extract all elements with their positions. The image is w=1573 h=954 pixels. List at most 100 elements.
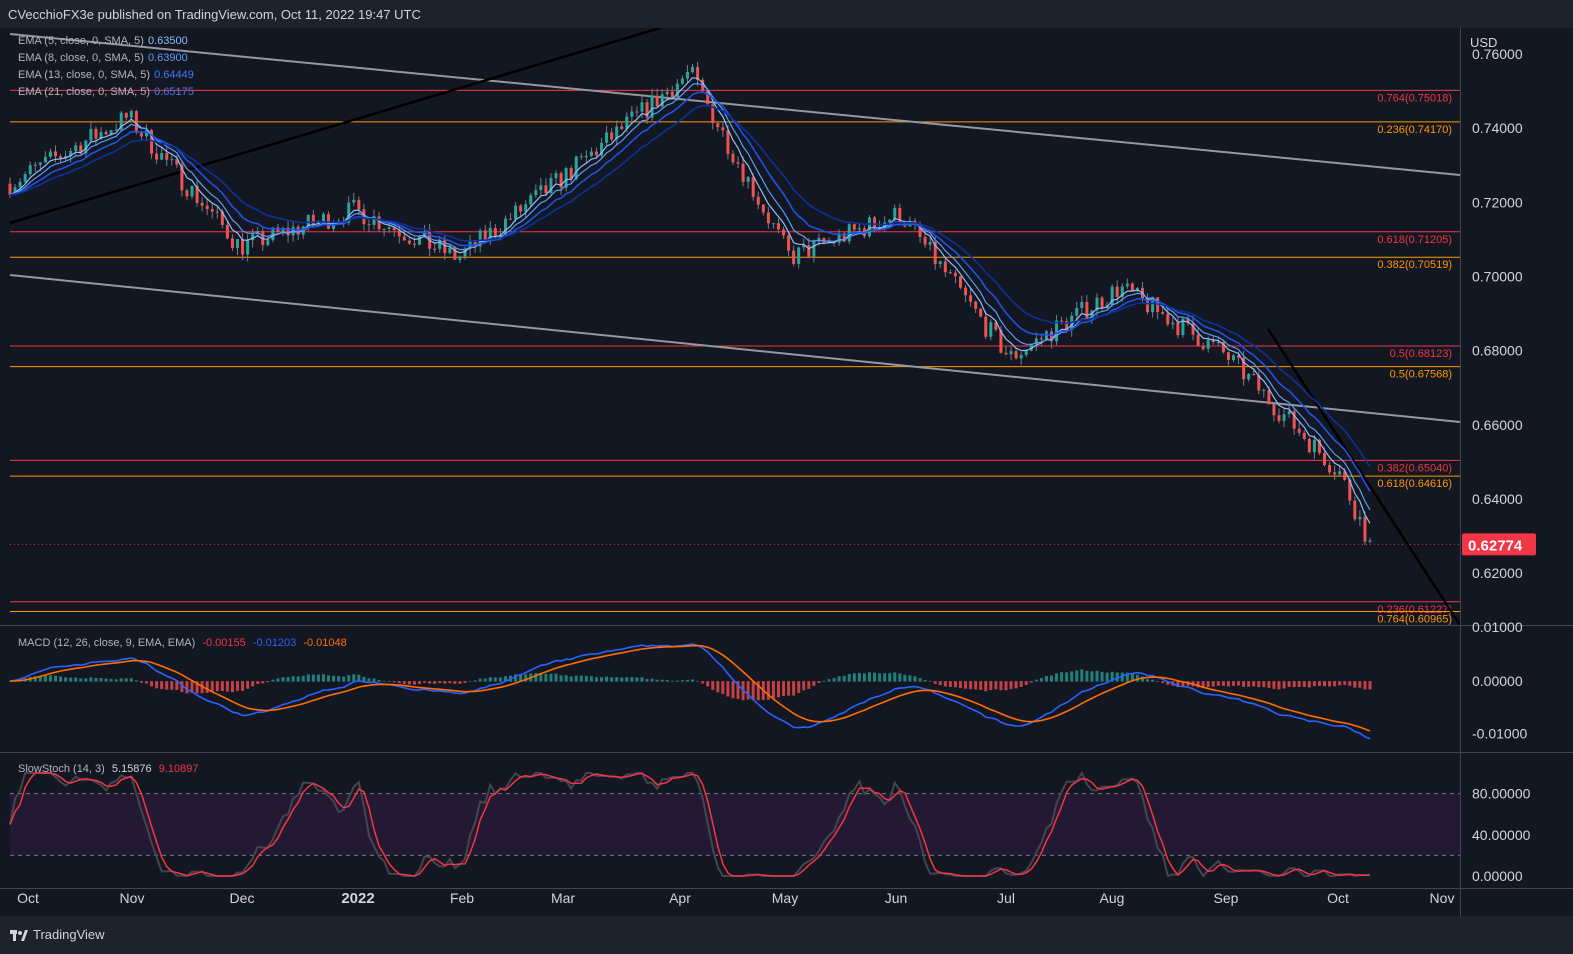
macd-histogram-bar [236, 681, 240, 691]
macd-histogram-bar [1024, 681, 1028, 685]
macd-histogram-bar [701, 681, 705, 684]
macd-histogram-bar [215, 681, 219, 692]
candle-body [1277, 415, 1281, 421]
candle-body [534, 190, 538, 196]
macd-histogram-bar [1070, 671, 1074, 682]
candle-body [74, 145, 78, 152]
macd-histogram-bar [321, 674, 325, 682]
macd-tick-label: 0.01000 [1472, 619, 1523, 635]
macd-histogram-bar [893, 672, 897, 682]
macd-histogram-bar [867, 672, 871, 682]
candle-body [8, 183, 12, 195]
macd-histogram-bar [377, 680, 381, 682]
candle-body [38, 162, 42, 165]
brand-label: TradingView [33, 927, 105, 942]
macd-histogram-bar [418, 681, 422, 684]
candle-body [630, 111, 634, 117]
macd-histogram-bar [615, 677, 619, 682]
candle-body [792, 250, 796, 264]
x-axis-label: Jun [885, 890, 908, 906]
macd-histogram-bar [883, 673, 887, 682]
macd-histogram-bar [1039, 677, 1043, 682]
candle-body [776, 223, 780, 230]
macd-histogram-bar [1358, 681, 1362, 688]
candle-body [185, 190, 189, 197]
macd-histogram-bar [938, 681, 942, 686]
candle-body [680, 78, 684, 84]
macd-histogram-bar [458, 681, 462, 684]
macd-histogram-bar [392, 681, 396, 683]
candle-body [43, 156, 47, 163]
ema-legend-21: EMA (21, close, 0, SMA, 5) 0.65175 [18, 86, 194, 98]
candle-body [787, 235, 791, 251]
ema-legend-value: 0.65175 [154, 86, 194, 98]
macd-histogram-bar [185, 681, 189, 694]
macd-histogram-bar [1065, 672, 1069, 682]
candle-body [584, 156, 588, 158]
macd-histogram-bar [205, 681, 209, 693]
macd-histogram-bar [933, 681, 937, 684]
candle-body [1226, 352, 1230, 360]
macd-histogram-bar [256, 681, 260, 684]
price-tick-label: 0.62000 [1472, 565, 1523, 581]
macd-histogram-bar [402, 681, 406, 684]
candle-body [605, 132, 609, 143]
macd-histogram-bar [645, 679, 649, 682]
candle-body [640, 102, 644, 112]
macd-histogram-bar [1307, 681, 1311, 688]
macd-histogram-bar [1322, 681, 1326, 687]
macd-histogram-bar [857, 672, 861, 682]
candle-body [1247, 373, 1251, 380]
macd-histogram-bar [327, 675, 331, 682]
ema-legend-8: EMA (8, close, 0, SMA, 5) 0.63900 [18, 52, 188, 64]
macd-histogram-bar [655, 679, 659, 682]
candle-body [1201, 346, 1205, 349]
macd-histogram-bar [1009, 681, 1013, 690]
macd-histogram-bar [1262, 681, 1266, 688]
macd-histogram-bar [170, 681, 174, 690]
macd-histogram-bar [999, 681, 1003, 691]
candle-body [544, 185, 548, 194]
candle-body [367, 224, 371, 226]
macd-histogram-bar [473, 680, 477, 682]
macd-histogram-bar [923, 679, 927, 682]
chart-canvas[interactable]: 0.764(0.75018) 0.236(0.74170) 0.618(0.7120… [0, 28, 1573, 916]
macd-histogram-bar [372, 678, 376, 682]
candle-body [594, 151, 598, 156]
macd-histogram-bar [979, 681, 983, 690]
ema-legend-value: 0.63900 [147, 52, 188, 64]
candle-body [519, 205, 523, 212]
candle-body [1060, 320, 1064, 322]
tradingview-brand[interactable]: TradingView [10, 927, 105, 942]
macd-histogram-bar [1211, 681, 1215, 687]
candle-body [1297, 428, 1301, 433]
candle-body [1014, 351, 1018, 359]
macd-histogram-bar [549, 673, 553, 682]
macd-histogram-bar [589, 676, 593, 682]
ema-legend-label: EMA (13, close, 0, SMA, 5) [18, 69, 151, 81]
macd-histogram-bar [99, 678, 103, 682]
publisher-info: CVecchioFX3e published on TradingView.co… [8, 7, 421, 22]
macd-histogram-bar [438, 681, 442, 684]
stoch-band [10, 793, 1460, 856]
candle-body [589, 151, 593, 157]
candle-body [731, 153, 735, 163]
macd-histogram-bar [716, 681, 720, 693]
macd-histogram-bar [291, 676, 295, 682]
macd-histogram-bar [64, 677, 68, 682]
candle-body [357, 199, 361, 210]
candle-body [1368, 540, 1372, 542]
macd-histogram-bar [412, 681, 416, 685]
candle-body [165, 153, 169, 160]
macd-histogram-bar [1343, 681, 1347, 685]
macd-signal-value: -0.01048 [303, 637, 347, 649]
macd-histogram-bar [296, 676, 300, 682]
candle-body [1130, 283, 1134, 292]
macd-histogram-bar [817, 681, 821, 684]
candle-body [509, 218, 513, 220]
candle-body [670, 91, 674, 98]
macd-histogram-bar [160, 681, 164, 689]
price-tick-label: 0.64000 [1472, 491, 1523, 507]
macd-histogram-bar [903, 674, 907, 682]
candle-body [691, 66, 695, 73]
